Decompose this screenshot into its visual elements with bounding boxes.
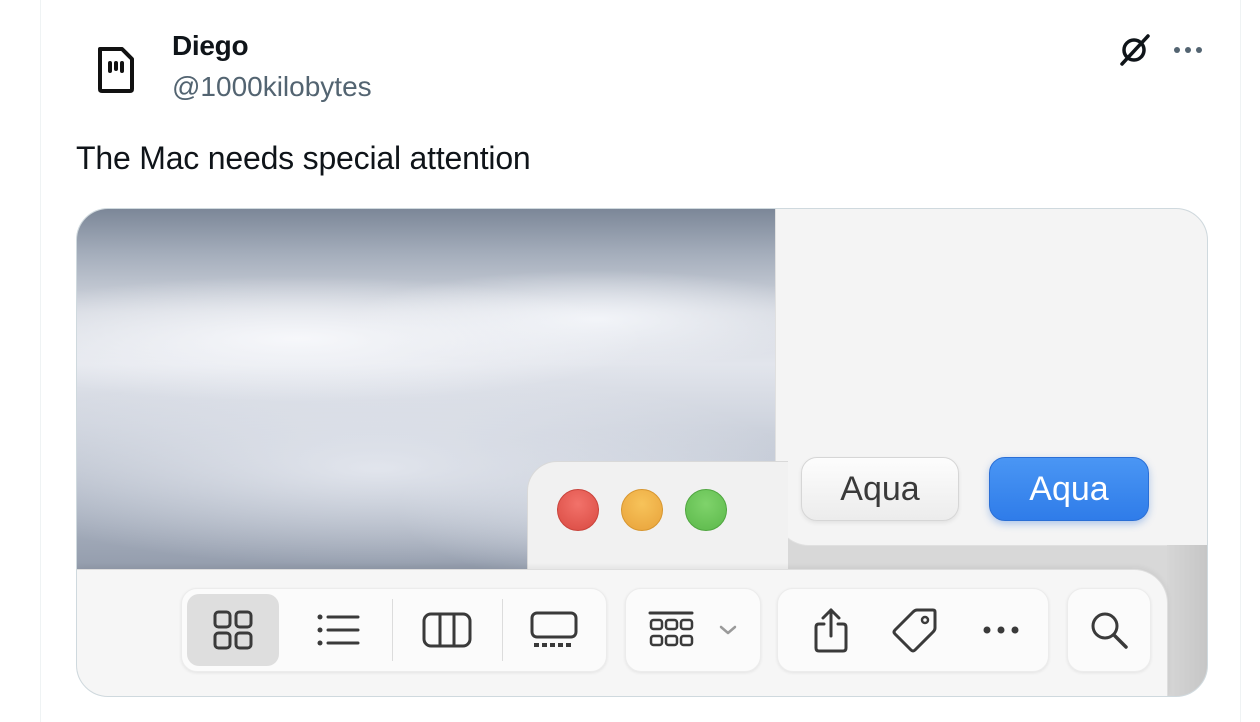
timeline-border-right — [1240, 0, 1241, 722]
list-view-icon — [317, 614, 360, 646]
author-name[interactable]: Diego — [172, 30, 249, 62]
tag-button[interactable] — [878, 589, 952, 671]
grok-button[interactable] — [1114, 30, 1154, 70]
chevron-down-icon — [719, 625, 737, 635]
window-edge — [1167, 545, 1207, 696]
tweet-media[interactable]: Aqua Aqua — [76, 208, 1208, 697]
aqua-primary-button[interactable]: Aqua — [989, 457, 1149, 521]
author-handle[interactable]: @1000kilobytes — [172, 71, 372, 103]
zoom-window-button[interactable] — [685, 489, 727, 531]
icon-view-button[interactable] — [187, 594, 279, 666]
settings-panel: Aqua Aqua — [775, 209, 1207, 546]
search-button[interactable] — [1068, 589, 1150, 671]
share-icon — [814, 608, 848, 653]
view-mode-group — [181, 588, 607, 672]
grok-icon — [1120, 34, 1150, 66]
column-view-button[interactable] — [394, 589, 500, 671]
icon-view-icon — [213, 610, 253, 650]
minimize-window-button[interactable] — [621, 489, 663, 531]
toolbar-separator — [392, 599, 393, 661]
search-group — [1067, 588, 1151, 672]
actions-group — [777, 588, 1049, 672]
avatar[interactable] — [76, 30, 156, 110]
column-view-icon — [422, 612, 472, 648]
more-actions-button[interactable] — [964, 589, 1038, 671]
close-window-button[interactable] — [557, 489, 599, 531]
group-by-icon — [648, 611, 694, 647]
gallery-view-icon — [530, 611, 578, 647]
list-view-button[interactable] — [288, 589, 388, 671]
finder-toolbar — [77, 569, 1168, 696]
tag-icon — [892, 608, 937, 653]
more-options-button[interactable] — [1168, 30, 1208, 70]
toolbar-separator — [502, 599, 503, 661]
search-icon — [1091, 612, 1128, 649]
share-button[interactable] — [794, 589, 868, 671]
group-by-group — [625, 588, 761, 672]
aqua-default-button[interactable]: Aqua — [801, 457, 959, 521]
gallery-view-button[interactable] — [504, 589, 604, 671]
group-by-button[interactable] — [626, 589, 760, 671]
timeline-border-left — [40, 0, 41, 722]
file-icon — [98, 47, 134, 93]
tweet-text: The Mac needs special attention — [76, 140, 531, 176]
ellipsis-icon — [983, 626, 1019, 634]
more-icon — [1174, 47, 1202, 53]
